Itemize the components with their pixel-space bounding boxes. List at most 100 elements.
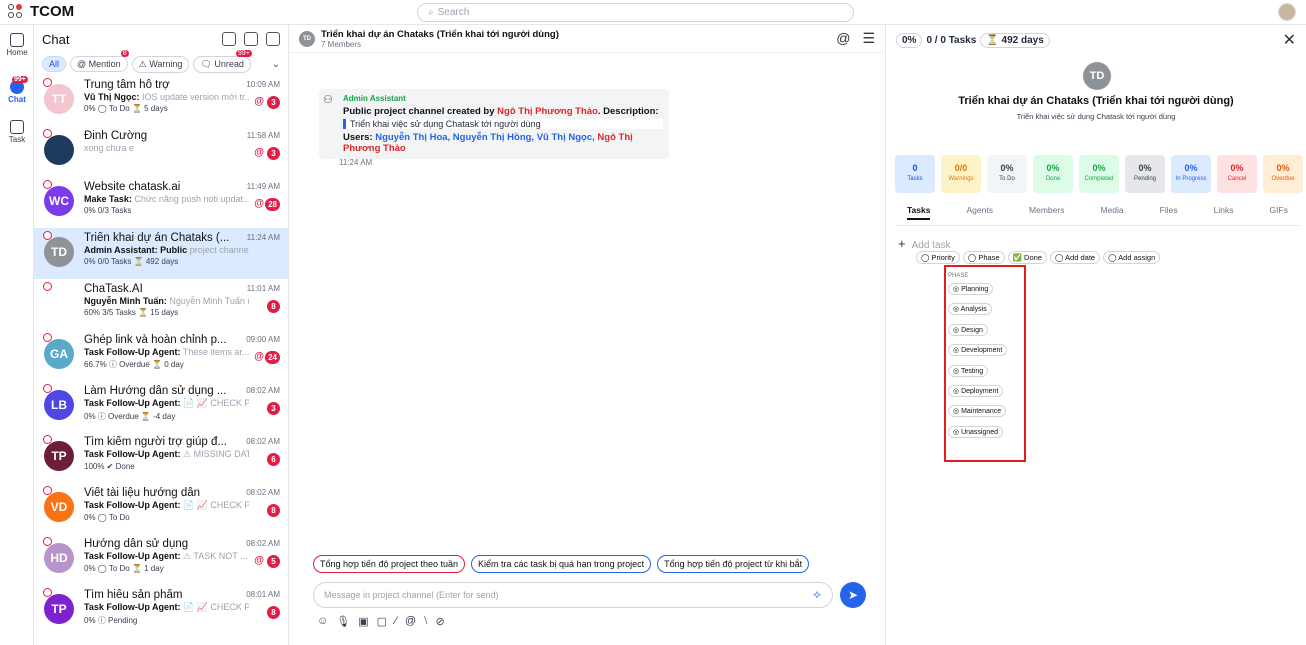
stat-card[interactable]: 0% Pending — [1125, 155, 1165, 193]
chat-list-panel: Chat All @ Mention 8 ⚠ Warning 🗨 Unread 99… — [34, 25, 289, 645]
phase-option-deployment[interactable]: ◎ Deployment — [948, 384, 1004, 397]
search-input[interactable]: ⌕ Search — [417, 3, 854, 22]
conversation-item[interactable]: GA Ghép link và hoàn chỉnh p... 09:00 AM Ta… — [34, 330, 288, 381]
option-label: Done — [1024, 253, 1042, 262]
nav-chat[interactable]: 99+ Chat — [0, 76, 34, 104]
preview-text: project channel creat... — [189, 245, 249, 255]
conversation-item[interactable]: TP Tìm kiếm người trợ giúp đ... 08:02 AM Ta… — [34, 432, 288, 483]
tab-links[interactable]: Links — [1214, 205, 1234, 220]
stat-card[interactable]: 0% In Progress — [1171, 155, 1211, 193]
file-icon[interactable]: ▢ — [377, 615, 387, 628]
add-task[interactable]: + Add task — [898, 236, 951, 251]
tab-members[interactable]: Members — [1029, 205, 1064, 220]
stat-card[interactable]: 0% Completed — [1079, 155, 1119, 193]
add-task-label: Add task — [911, 240, 951, 251]
phase-option-unassigned[interactable]: ◎ Unassigned — [948, 425, 1004, 438]
message-input[interactable]: Message in project channel (Enter for se… — [313, 582, 833, 608]
phase-option-design[interactable]: ◎ Design — [948, 323, 988, 336]
add-member-icon[interactable] — [222, 32, 236, 46]
slash-icon[interactable]: ⧵ — [424, 615, 427, 628]
conversation-item[interactable]: LB Làm Hướng dẫn sử dụng ... 08:02 AM Task … — [34, 381, 288, 432]
task-option-phase[interactable]: ◯ Phase — [962, 251, 1005, 264]
filter-warning[interactable]: ⚠ Warning — [131, 55, 190, 73]
phase-label: Development — [961, 347, 1003, 355]
stat-card[interactable]: 0 Tasks — [895, 155, 935, 193]
preview-sender: Nguyễn Minh Tuấn: — [84, 296, 167, 306]
phase-option-planning[interactable]: ◎ Planning — [948, 283, 994, 295]
user-avatar[interactable] — [1278, 3, 1296, 21]
attach-icon[interactable]: ⊘ — [436, 615, 445, 628]
stat-card[interactable]: 0% To Do — [987, 155, 1027, 193]
phase-option-testing[interactable]: ◎ Testing — [948, 364, 989, 377]
preview-sender: Task Follow-Up Agent: — [84, 602, 181, 612]
conversation-item[interactable]: TT Trung tâm hỗ trợ 10:09 AM Vũ Thị Ngọc: I… — [34, 75, 288, 126]
task-option-add-assign[interactable]: ◯ Add assign — [1103, 251, 1161, 264]
task-option-priority[interactable]: ◯ Priority — [916, 251, 960, 264]
tab-gifs[interactable]: GIFs — [1270, 205, 1288, 220]
conversation-item[interactable]: Đinh Cường 11:58 AM xong chưa e 3 @ — [34, 126, 288, 177]
tab-media[interactable]: Media — [1100, 205, 1123, 220]
conversation-meta: 0% ◯ To Do ⏳ 5 days — [84, 104, 168, 113]
conversation-meta: 0% ⓘ Overdue ⏳ -4 day — [84, 412, 176, 421]
conversation-item[interactable]: HD Hướng dẫn sử dụng 08:02 AM Task Follow-U… — [34, 534, 288, 585]
conversation-item[interactable]: TP Tìm hiểu sản phẩm 08:01 AM Task Follow-U… — [34, 585, 288, 636]
tab-agents[interactable]: Agents — [967, 205, 993, 220]
stat-label: To Do — [999, 176, 1015, 182]
chevron-down-icon[interactable]: ⌄ — [272, 59, 280, 70]
mention-icon[interactable]: @ — [836, 30, 850, 47]
nav-home[interactable]: Home — [0, 33, 34, 57]
stat-label: Completed — [1084, 176, 1114, 182]
suggestion-3[interactable]: Tổng hợp tiến độ project từ khi bắt — [657, 555, 810, 573]
new-channel-icon[interactable] — [266, 32, 280, 46]
preview-sender: Make Task: — [84, 194, 132, 204]
filter-unread[interactable]: 🗨 Unread 99+ — [193, 49, 252, 73]
channel-members[interactable]: 7 Members — [321, 40, 559, 49]
at-icon[interactable]: @ — [405, 615, 416, 628]
conversation-item[interactable]: WC Website chatask.ai 11:49 AM Make Task: C… — [34, 177, 288, 228]
stat-card[interactable]: 0/0 Warnings — [941, 155, 981, 193]
conversation-item[interactable]: VD Viết tài liệu hướng dẫn 08:02 AM Task Fo… — [34, 483, 288, 534]
chat-list-header: Chat — [34, 25, 288, 53]
phase-row: ◎ Unassigned — [948, 425, 1007, 445]
creator-name[interactable]: Ngô Thị Phương Thảo — [497, 106, 598, 117]
preview-text: 📄 📈 CHECK PR... — [183, 500, 249, 510]
unread-badge: 8 — [267, 504, 280, 517]
stat-card[interactable]: 0% Overdue — [1263, 155, 1303, 193]
nav-task[interactable]: Task — [0, 120, 34, 144]
conversation-avatar: GA — [44, 339, 74, 369]
filter-all[interactable]: All — [42, 56, 67, 72]
suggestion-2[interactable]: Kiểm tra các task bị quá hạn trong proje… — [471, 555, 652, 573]
stat-card[interactable]: 0% Cancel — [1217, 155, 1257, 193]
phase-option-analysis[interactable]: ◎ Analysis — [948, 303, 992, 316]
image-icon[interactable]: ▣ — [358, 615, 368, 628]
conversation-avatar: TD — [44, 237, 74, 267]
option-label: Priority — [931, 253, 955, 262]
task-option-add-date[interactable]: ◯ Add date — [1049, 251, 1101, 264]
phase-option-maintenance[interactable]: ◎ Maintenance — [948, 405, 1007, 418]
app-logo[interactable]: TCOM — [8, 3, 74, 20]
suggestion-1[interactable]: Tổng hợp tiến độ project theo tuần — [313, 555, 465, 573]
filter-mention[interactable]: @ Mention 8 — [70, 50, 129, 72]
emoji-icon[interactable]: ☺ — [317, 615, 328, 628]
tab-files[interactable]: Files — [1160, 205, 1178, 220]
conversation-item[interactable]: ChaTask.AI 11:01 AM Nguyễn Minh Tuấn: Nguy… — [34, 279, 288, 330]
ai-sparkle-icon[interactable]: ✧ — [812, 588, 822, 602]
option-label: Phase — [978, 253, 1000, 262]
task-option-done[interactable]: ✅ Done — [1007, 251, 1047, 264]
conversation-preview: Task Follow-Up Agent: 📄 📈 CHECK PR... — [84, 500, 249, 511]
task-list-icon[interactable]: ☰ — [862, 30, 875, 47]
conversation-avatar: HD — [44, 543, 74, 573]
users-list[interactable]: Nguyễn Thị Hoa, Nguyễn Thị Hồng, Vũ Thị … — [375, 132, 597, 143]
phase-option-development[interactable]: ◎ Development — [948, 344, 1008, 357]
conversation-preview: xong chưa e — [84, 143, 249, 153]
close-icon[interactable]: ✕ — [1283, 30, 1296, 50]
command-icon[interactable]: ⁄ — [395, 615, 397, 628]
project-description: Triển khai việc sử dụng Chatask tới ngườ… — [1016, 112, 1176, 121]
tab-tasks[interactable]: Tasks — [907, 205, 931, 220]
mic-icon[interactable]: 🎙 — [336, 615, 350, 628]
stat-card[interactable]: 0% Done — [1033, 155, 1073, 193]
unread-badge: 3 — [267, 96, 280, 109]
compose-icon[interactable] — [244, 32, 258, 46]
conversation-item[interactable]: TD Triển khai dự án Chataks (... 11:24 AM A… — [34, 228, 288, 279]
send-button[interactable]: ➤ — [840, 582, 866, 608]
